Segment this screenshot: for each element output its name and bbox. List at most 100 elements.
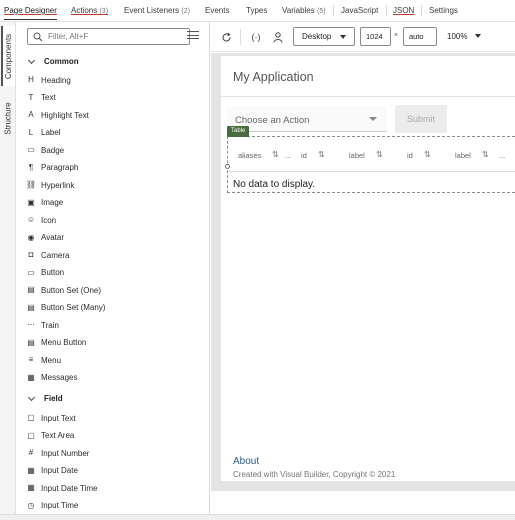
no-data-message: No data to display.: [233, 179, 316, 190]
component-icon: ¶: [28, 162, 34, 172]
component-item-button-set-many[interactable]: ▤ Button Set (Many): [26, 301, 105, 315]
image-icon: ▣: [27, 197, 35, 207]
messages-icon: ▦: [27, 372, 35, 382]
filter-field[interactable]: [27, 28, 190, 45]
tab-events[interactable]: Events: [205, 6, 229, 15]
tab-types[interactable]: Types: [246, 6, 267, 15]
component-item-label[interactable]: L Label: [26, 126, 61, 140]
component-item-text[interactable]: T Text: [26, 91, 56, 105]
column-header-label[interactable]: label: [455, 151, 471, 160]
component-item-icon[interactable]: ☺ Icon: [26, 213, 56, 227]
buttonset-icon: ▤: [27, 302, 35, 312]
tab-settings[interactable]: Settings: [429, 6, 458, 15]
about-link[interactable]: About: [233, 456, 259, 467]
column-header-label[interactable]: label: [349, 151, 365, 160]
component-label: Input Date Time: [41, 483, 98, 493]
refresh-icon[interactable]: [219, 30, 233, 44]
tab-json[interactable]: JSON: [393, 6, 414, 15]
component-item-image[interactable]: ▣ Image: [26, 196, 63, 210]
column-header-truncated[interactable]: ...: [285, 151, 291, 160]
tab-page-designer[interactable]: Page Designer: [4, 6, 57, 20]
component-label: Paragraph: [41, 163, 79, 172]
horizontal-scrollbar[interactable]: [0, 514, 515, 520]
tab-javascript[interactable]: JavaScript: [341, 6, 378, 15]
train-icon: ⋯: [27, 320, 35, 329]
component-item-messages[interactable]: ▦ Messages: [26, 371, 77, 385]
component-item-input-number[interactable]: # Input Number: [26, 446, 90, 460]
device-select[interactable]: Desktop: [293, 27, 355, 46]
copyright-text: Created with Visual Builder, Copyright ©…: [233, 470, 396, 479]
component-item-button-set-one[interactable]: ▤ Button Set (One): [26, 283, 101, 297]
side-tab-strip: Components Structure: [0, 22, 16, 520]
component-item-input-date-time[interactable]: ▦ Input Date Time: [26, 481, 97, 495]
component-label: Button Set (One): [41, 285, 102, 295]
action-select[interactable]: Choose an Action: [227, 106, 387, 132]
component-item-input-date[interactable]: ▦ Input Date: [26, 464, 78, 478]
camera-icon: ◘: [28, 250, 34, 259]
width-value: 1024: [366, 32, 383, 41]
component-item-input-text[interactable]: ▢ Input Text: [26, 411, 75, 425]
component-item-paragraph[interactable]: ¶ Paragraph: [26, 161, 79, 175]
tab-count: (3): [99, 8, 109, 15]
component-label: Badge: [41, 145, 65, 155]
tab-structure[interactable]: Structure: [1, 94, 15, 142]
component-item-badge[interactable]: ▭ Badge: [26, 143, 64, 157]
tab-separator: [333, 5, 334, 16]
component-item-text-area[interactable]: ▢ Text Area: [26, 429, 74, 443]
group-common-header[interactable]: Common: [27, 56, 79, 66]
resize-handle[interactable]: [225, 164, 230, 169]
component-item-menu[interactable]: ≡ Menu: [26, 353, 61, 367]
app-title[interactable]: My Application: [233, 70, 314, 84]
sort-icon[interactable]: ⇅: [424, 150, 431, 159]
group-label: Field: [44, 394, 63, 403]
tab-separator: [421, 5, 422, 16]
canvas-height-field[interactable]: auto: [403, 27, 437, 46]
component-icon: T: [28, 92, 34, 102]
tab-count: (5): [317, 8, 326, 15]
component-item-highlight-text[interactable]: A Highlight Text: [26, 108, 89, 122]
component-item-menu-button[interactable]: ▤ Menu Button: [26, 336, 86, 350]
component-label: Input Date: [41, 466, 78, 475]
group-field-header[interactable]: Field: [27, 393, 63, 403]
side-tab-label: Structure: [3, 101, 13, 135]
tab-variables[interactable]: Variables (5): [282, 6, 326, 15]
tab-components[interactable]: Components: [1, 26, 15, 86]
user-preview-icon[interactable]: [271, 30, 285, 44]
component-icon: H: [28, 75, 34, 84]
filter-input[interactable]: [48, 30, 188, 43]
side-tab-label: Components: [4, 33, 14, 79]
component-label: Button: [41, 268, 65, 277]
component-item-hyperlink[interactable]: ⛓ Hyperlink: [26, 178, 74, 192]
header-divider: [221, 96, 515, 97]
column-header-more[interactable]: ...: [499, 151, 505, 160]
chevron-down-icon[interactable]: [475, 34, 481, 38]
sort-icon[interactable]: ⇅: [482, 150, 489, 159]
component-item-camera[interactable]: ◘ Camera: [26, 248, 70, 262]
component-icon: #: [28, 448, 34, 457]
component-item-train[interactable]: ⋯ Train: [26, 318, 59, 332]
hamburger-menu-icon[interactable]: [187, 31, 199, 41]
table-component[interactable]: aliases ⇅ ... id ⇅ label ⇅ id ⇅ label ⇅ …: [225, 136, 515, 193]
zoom-select[interactable]: 100%: [447, 32, 467, 41]
sort-icon[interactable]: ⇅: [272, 150, 279, 159]
canvas-width-field[interactable]: 1024: [360, 27, 391, 46]
chevron-down-icon: [27, 56, 36, 64]
column-header-id[interactable]: id: [407, 151, 413, 160]
toolbar-separator: [240, 29, 241, 45]
search-icon: [33, 32, 43, 42]
datetime-icon: ▦: [27, 483, 35, 492]
component-item-button[interactable]: ▭ Button: [26, 266, 64, 280]
tab-actions[interactable]: Actions (3): [71, 6, 108, 15]
code-toggle-icon[interactable]: (·): [249, 30, 263, 44]
tab-event-listeners[interactable]: Event Listeners (2): [124, 6, 190, 15]
component-item-avatar[interactable]: ◉ Avatar: [26, 231, 64, 245]
column-header-aliases[interactable]: aliases: [238, 151, 261, 160]
component-label: Menu: [41, 355, 62, 365]
sort-icon[interactable]: ⇅: [318, 150, 325, 159]
component-item-input-time[interactable]: ◷ Input Time: [26, 499, 79, 513]
component-label: Menu Button: [41, 338, 87, 347]
submit-button[interactable]: Submit: [395, 105, 447, 133]
column-header-id[interactable]: id: [301, 151, 307, 160]
sort-icon[interactable]: ⇅: [376, 150, 383, 159]
component-item-heading[interactable]: H Heading: [26, 73, 71, 87]
